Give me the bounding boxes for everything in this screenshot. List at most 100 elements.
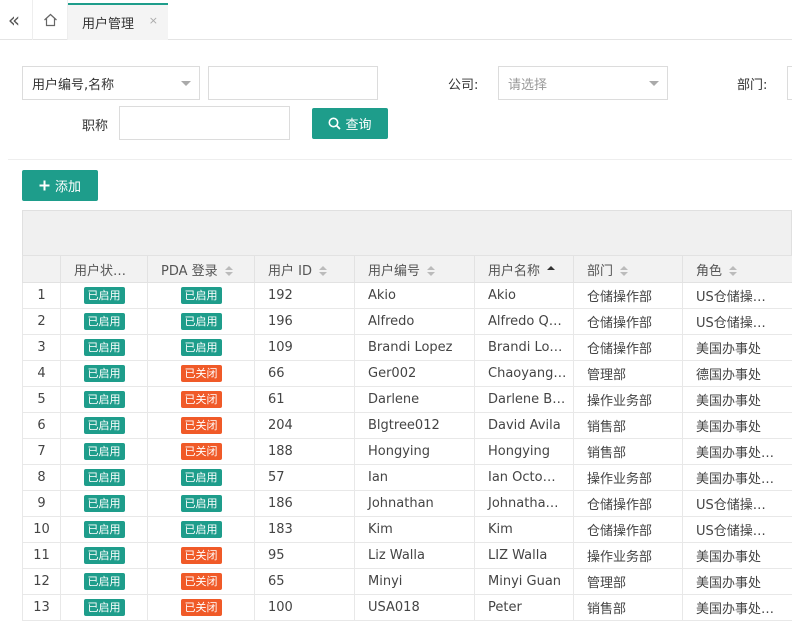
cell-user-status-badge: 已启用 bbox=[60, 464, 148, 491]
user-status-badge: 已启用 bbox=[83, 443, 125, 460]
column-header-label: PDA 登录 bbox=[161, 263, 218, 279]
cell-pda-login-badge: 已启用 bbox=[147, 490, 255, 517]
cell-department: 仓储操作部 bbox=[573, 334, 683, 361]
user-status-badge: 已启用 bbox=[83, 469, 125, 486]
table-row[interactable]: 4 已启用 已关闭 66 Ger002 Chaoyang… 管理部 德国办事处 bbox=[22, 360, 792, 387]
cell-pda-login-badge: 已关闭 bbox=[147, 542, 255, 569]
cell-department: 管理部 bbox=[573, 568, 683, 595]
sort-icon[interactable] bbox=[224, 266, 233, 276]
table-row[interactable]: 12 已启用 已关闭 65 Minyi Minyi Guan 管理部 美国办事处 bbox=[22, 568, 792, 595]
user-status-badge: 已启用 bbox=[83, 339, 125, 356]
cell-pda-login-badge: 已关闭 bbox=[147, 438, 255, 465]
department-label: 部门: bbox=[737, 78, 768, 93]
cell-user-name: David Avila bbox=[474, 412, 574, 439]
column-header-label: 用户 ID bbox=[268, 263, 312, 279]
cell-pda-login-badge: 已关闭 bbox=[147, 386, 255, 413]
pda-login-badge: 已关闭 bbox=[180, 547, 222, 564]
column-header-5[interactable]: 用户名称 bbox=[474, 255, 574, 283]
pda-login-badge: 已启用 bbox=[180, 313, 222, 330]
cell-department: 仓储操作部 bbox=[573, 282, 683, 309]
pda-login-badge: 已关闭 bbox=[180, 391, 222, 408]
title-input[interactable] bbox=[119, 106, 290, 140]
query-button[interactable]: 查询 bbox=[312, 108, 388, 139]
cell-pda-login-badge: 已启用 bbox=[147, 464, 255, 491]
cell-user-status-badge: 已启用 bbox=[60, 412, 148, 439]
cell-pda-login-badge: 已启用 bbox=[147, 308, 255, 335]
column-header-2[interactable]: PDA 登录 bbox=[147, 255, 255, 283]
cell-user-id: 204 bbox=[254, 412, 355, 439]
cell-user-id: 66 bbox=[254, 360, 355, 387]
sort-icon[interactable] bbox=[427, 266, 436, 276]
cell-row-number: 9 bbox=[22, 490, 61, 517]
cell-pda-login-badge: 已关闭 bbox=[147, 568, 255, 595]
table-row[interactable]: 3 已启用 已启用 109 Brandi Lopez Brandi Lo… 仓储操作部 美国办… bbox=[22, 334, 792, 361]
table-row[interactable]: 2 已启用 已启用 196 Alfredo Alfredo Q… 仓储操作部 US仓储操… bbox=[22, 308, 792, 335]
close-icon[interactable]: × bbox=[149, 14, 158, 27]
cell-user-code: Alfredo bbox=[354, 308, 475, 335]
column-header-6[interactable]: 部门 bbox=[573, 255, 683, 283]
cell-user-status-badge: 已启用 bbox=[60, 490, 148, 517]
cell-user-code: Akio bbox=[354, 282, 475, 309]
table-row[interactable]: 6 已启用 已关闭 204 Blgtree012 David Avila 销售部 美国办事处 bbox=[22, 412, 792, 439]
pda-login-badge: 已关闭 bbox=[180, 599, 222, 616]
cell-row-number: 10 bbox=[22, 516, 61, 543]
cell-user-id: 100 bbox=[254, 594, 355, 621]
table-row[interactable]: 5 已启用 已关闭 61 Darlene Darlene B… 操作业务部 美国办事处 bbox=[22, 386, 792, 413]
add-button[interactable]: 添加 bbox=[22, 170, 98, 201]
search-field-select-value: 用户编号,名称 bbox=[32, 77, 115, 93]
cell-user-status-badge: 已启用 bbox=[60, 308, 148, 335]
table-toolbar bbox=[22, 210, 792, 256]
pda-login-badge: 已启用 bbox=[180, 521, 222, 538]
cell-department: 仓储操作部 bbox=[573, 516, 683, 543]
table-row[interactable]: 10 已启用 已启用 183 Kim Kim 仓储操作部 US仓储操… bbox=[22, 516, 792, 543]
cell-row-number: 6 bbox=[22, 412, 61, 439]
home-tab[interactable] bbox=[32, 0, 68, 40]
table-row[interactable]: 9 已启用 已启用 186 Johnathan Johnatha… 仓储操作部 US仓储操… bbox=[22, 490, 792, 517]
table-row[interactable]: 1 已启用 已启用 192 Akio Akio 仓储操作部 US仓储操… bbox=[22, 282, 792, 309]
cell-user-status-badge: 已启用 bbox=[60, 542, 148, 569]
cell-role: US仓储操… bbox=[682, 308, 792, 335]
table-row[interactable]: 11 已启用 已关闭 95 Liz Walla LIZ Walla 操作业务部 美国办事处 bbox=[22, 542, 792, 569]
cell-user-code: Hongying bbox=[354, 438, 475, 465]
search-field-select[interactable]: 用户编号,名称 bbox=[22, 66, 200, 100]
column-header-3[interactable]: 用户 ID bbox=[254, 255, 355, 283]
company-select-placeholder: 请选择 bbox=[508, 77, 548, 93]
cell-pda-login-badge: 已启用 bbox=[147, 282, 255, 309]
tab-label: 用户管理 bbox=[82, 17, 135, 32]
cell-user-code: Ger002 bbox=[354, 360, 475, 387]
cell-user-name: Alfredo Q… bbox=[474, 308, 574, 335]
user-status-badge: 已启用 bbox=[83, 547, 125, 564]
sort-icon[interactable] bbox=[318, 266, 327, 276]
table-row[interactable]: 7 已启用 已关闭 188 Hongying Hongying 销售部 美国办事处… bbox=[22, 438, 792, 465]
search-icon bbox=[328, 117, 342, 130]
cell-row-number: 3 bbox=[22, 334, 61, 361]
cell-user-status-badge: 已启用 bbox=[60, 516, 148, 543]
user-status-badge: 已启用 bbox=[83, 599, 125, 616]
sort-icon[interactable] bbox=[729, 266, 738, 276]
department-select[interactable] bbox=[787, 66, 792, 100]
sort-icon[interactable] bbox=[620, 266, 629, 276]
cell-pda-login-badge: 已启用 bbox=[147, 334, 255, 361]
cell-department: 操作业务部 bbox=[573, 464, 683, 491]
pda-login-badge: 已启用 bbox=[180, 495, 222, 512]
tab-user-management[interactable]: 用户管理 × bbox=[68, 3, 168, 40]
cell-department: 销售部 bbox=[573, 594, 683, 621]
sort-icon[interactable] bbox=[547, 266, 556, 276]
collapse-sidebar-button[interactable]: « bbox=[0, 0, 28, 40]
cell-user-code: Blgtree012 bbox=[354, 412, 475, 439]
column-header-7[interactable]: 角色 bbox=[682, 255, 792, 283]
double-chevron-left-icon: « bbox=[7, 8, 21, 32]
cell-department: 销售部 bbox=[573, 412, 683, 439]
table-row[interactable]: 8 已启用 已启用 57 Ian Ian Octo… 操作业务部 美国办事处… bbox=[22, 464, 792, 491]
column-header-label: 角色 bbox=[696, 263, 723, 279]
table-row[interactable]: 13 已启用 已关闭 100 USA018 Peter 销售部 美国办事处… bbox=[22, 594, 792, 621]
column-header-4[interactable]: 用户编号 bbox=[354, 255, 475, 283]
user-status-badge: 已启用 bbox=[83, 495, 125, 512]
company-select[interactable]: 请选择 bbox=[498, 66, 668, 100]
keyword-input[interactable] bbox=[208, 66, 378, 100]
cell-role: 美国办事处 bbox=[682, 542, 792, 569]
cell-user-status-badge: 已启用 bbox=[60, 386, 148, 413]
user-status-badge: 已启用 bbox=[83, 365, 125, 382]
column-header-label: 用户编号 bbox=[368, 263, 421, 279]
cell-user-status-badge: 已启用 bbox=[60, 568, 148, 595]
